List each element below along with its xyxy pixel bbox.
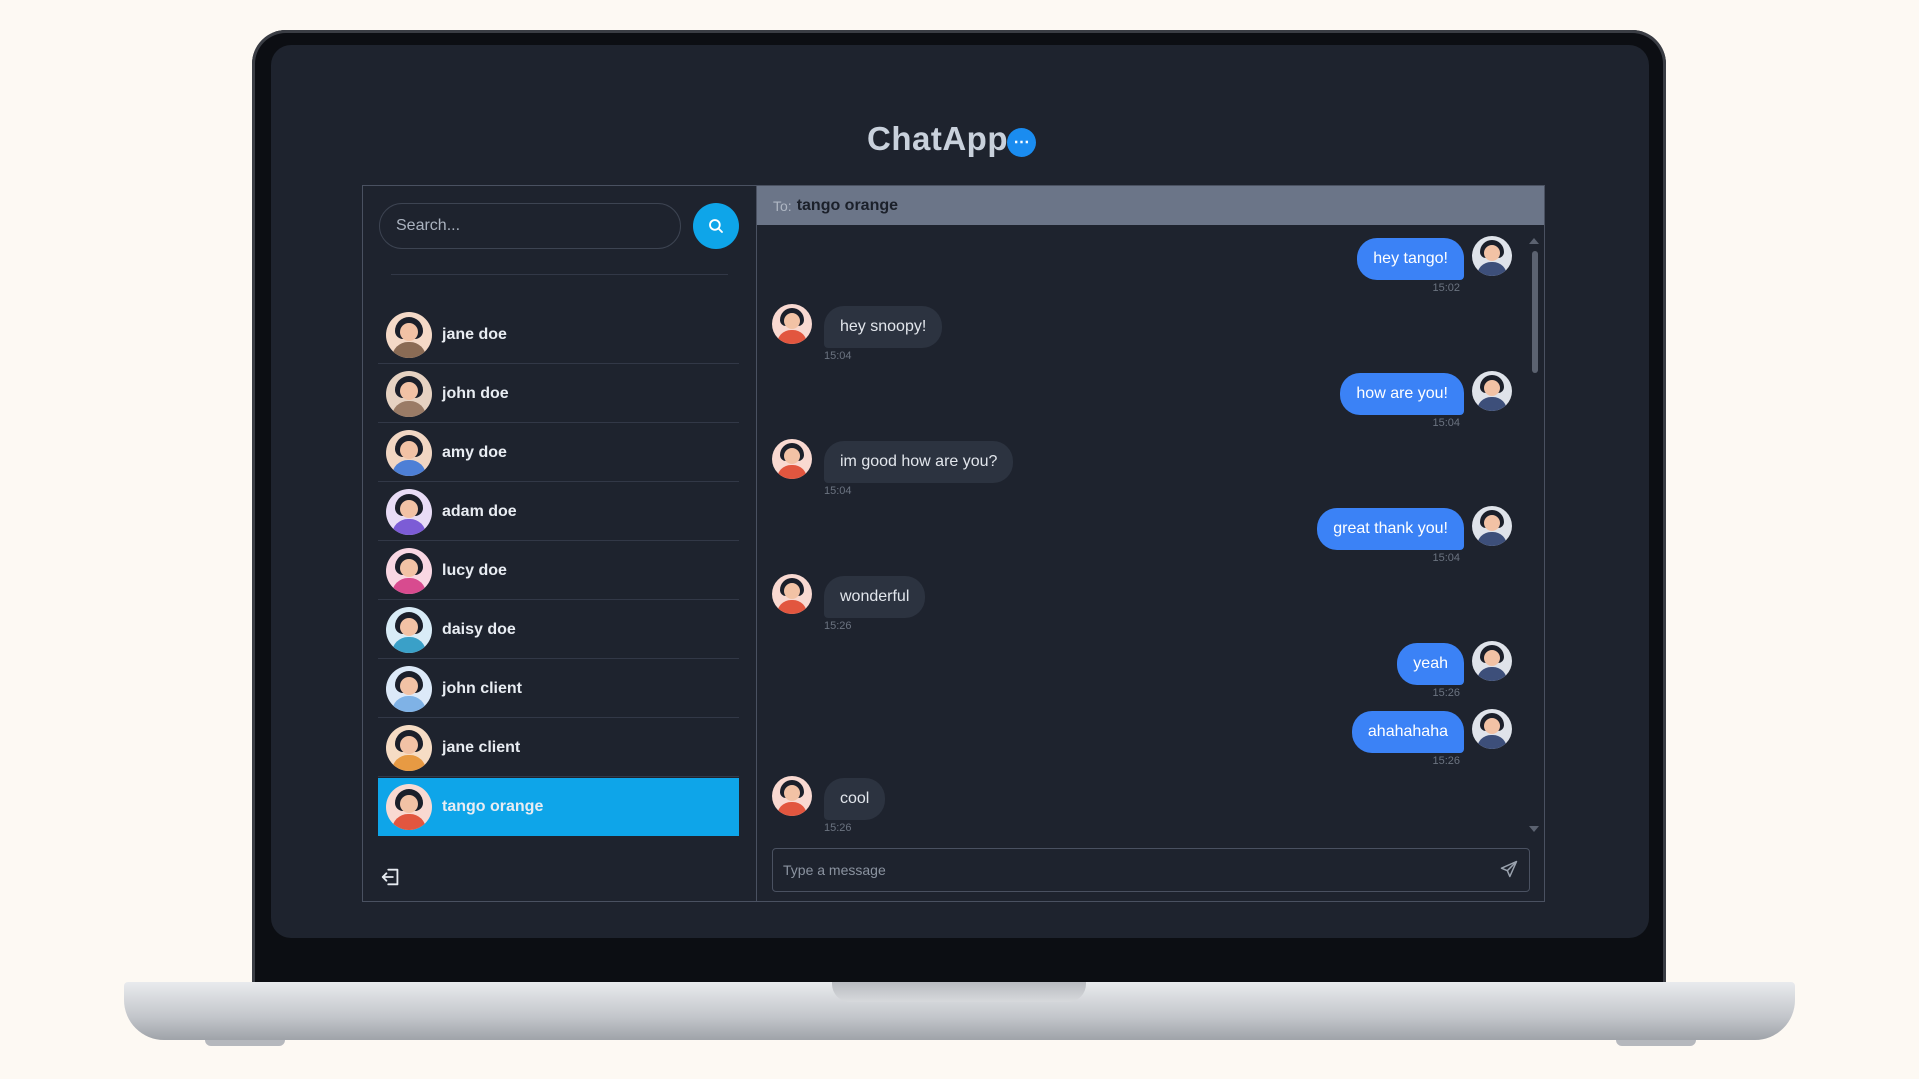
contact-name: lucy doe <box>442 561 507 579</box>
contact-item[interactable]: lucy doe <box>378 542 739 600</box>
contact-item[interactable]: tango orange <box>378 778 739 836</box>
app-title: ChatApp <box>867 120 1008 157</box>
chat-container: jane doe john doe amy doe adam doe lucy doe d… <box>362 185 1545 902</box>
message-timestamp: 15:04 <box>824 350 852 362</box>
scroll-up-arrow[interactable] <box>1529 238 1539 244</box>
contact-name: adam doe <box>442 502 517 520</box>
contact-item[interactable]: john client <box>378 660 739 718</box>
message-avatar <box>1472 709 1512 749</box>
recipient-name: tango orange <box>796 196 899 214</box>
search-button[interactable] <box>693 203 739 249</box>
message-timestamp: 15:26 <box>824 822 852 834</box>
contact-name: jane client <box>442 738 521 756</box>
incoming-message: cool <box>824 778 886 820</box>
to-label: To: <box>773 197 792 214</box>
scrollbar-thumb[interactable] <box>1532 251 1538 373</box>
contact-item[interactable]: daisy doe <box>378 601 739 659</box>
contact-name: jane doe <box>442 325 507 343</box>
chat-panel: To: tango orange hey tango! 15:02 hey snoo… <box>757 186 1544 901</box>
scroll-down-arrow[interactable] <box>1529 826 1539 832</box>
avatar <box>386 429 432 476</box>
send-icon[interactable] <box>1499 859 1519 879</box>
outgoing-message: yeah <box>1397 643 1464 685</box>
laptop-foot-left <box>205 1040 285 1046</box>
message-timestamp: 15:04 <box>1432 552 1460 564</box>
sidebar-divider <box>391 274 728 275</box>
contact-item[interactable]: amy doe <box>378 424 739 482</box>
contact-list: jane doe john doe amy doe adam doe lucy doe d… <box>378 306 739 837</box>
outgoing-message: ahahahaha <box>1351 711 1464 753</box>
message-timestamp: 15:04 <box>1432 417 1460 429</box>
outgoing-message: how are you! <box>1340 373 1464 415</box>
incoming-message: wonderful <box>824 576 926 618</box>
message-avatar <box>1472 236 1512 276</box>
contact-item[interactable]: jane client <box>378 719 739 777</box>
outgoing-message: hey tango! <box>1357 238 1464 280</box>
avatar <box>386 370 432 417</box>
contact-name: john doe <box>442 384 509 402</box>
avatar <box>386 665 432 712</box>
message-avatar <box>772 304 812 344</box>
incoming-message: im good how are you? <box>824 441 1014 483</box>
chat-header: To: tango orange <box>757 186 1544 225</box>
sidebar: jane doe john doe amy doe adam doe lucy doe d… <box>363 186 757 901</box>
outgoing-message: great thank you! <box>1317 508 1464 550</box>
contact-name: tango orange <box>442 798 544 815</box>
contact-name: daisy doe <box>442 620 516 638</box>
avatar <box>386 784 432 830</box>
chat-bubble-icon: ⋯ <box>1007 128 1036 157</box>
message-timestamp: 15:04 <box>824 485 852 497</box>
logout-icon[interactable] <box>380 866 402 888</box>
message-avatar <box>772 439 812 479</box>
message-timestamp: 15:26 <box>1432 755 1460 767</box>
message-avatar <box>1472 371 1512 411</box>
laptop-foot-right <box>1616 1040 1696 1046</box>
message-avatar <box>772 776 812 816</box>
avatar <box>386 547 432 594</box>
search-icon <box>709 219 723 233</box>
message-avatar <box>772 574 812 614</box>
message-timestamp: 15:26 <box>824 620 852 632</box>
laptop-notch <box>832 982 1086 1002</box>
contact-item[interactable]: john doe <box>378 365 739 423</box>
contact-item[interactable]: adam doe <box>378 483 739 541</box>
message-avatar <box>1472 641 1512 681</box>
contact-item[interactable]: jane doe <box>378 306 739 364</box>
contact-name: john client <box>442 679 522 697</box>
incoming-message: hey snoopy! <box>824 306 943 348</box>
message-timestamp: 15:02 <box>1432 282 1460 294</box>
avatar <box>386 488 432 535</box>
avatar <box>386 606 432 653</box>
message-avatar <box>1472 506 1512 546</box>
avatar <box>386 724 432 771</box>
message-input[interactable] <box>773 849 1485 891</box>
avatar <box>386 311 432 358</box>
search-input[interactable] <box>379 203 681 249</box>
contact-name: amy doe <box>442 443 507 461</box>
message-composer <box>772 848 1530 892</box>
message-timestamp: 15:26 <box>1432 687 1460 699</box>
